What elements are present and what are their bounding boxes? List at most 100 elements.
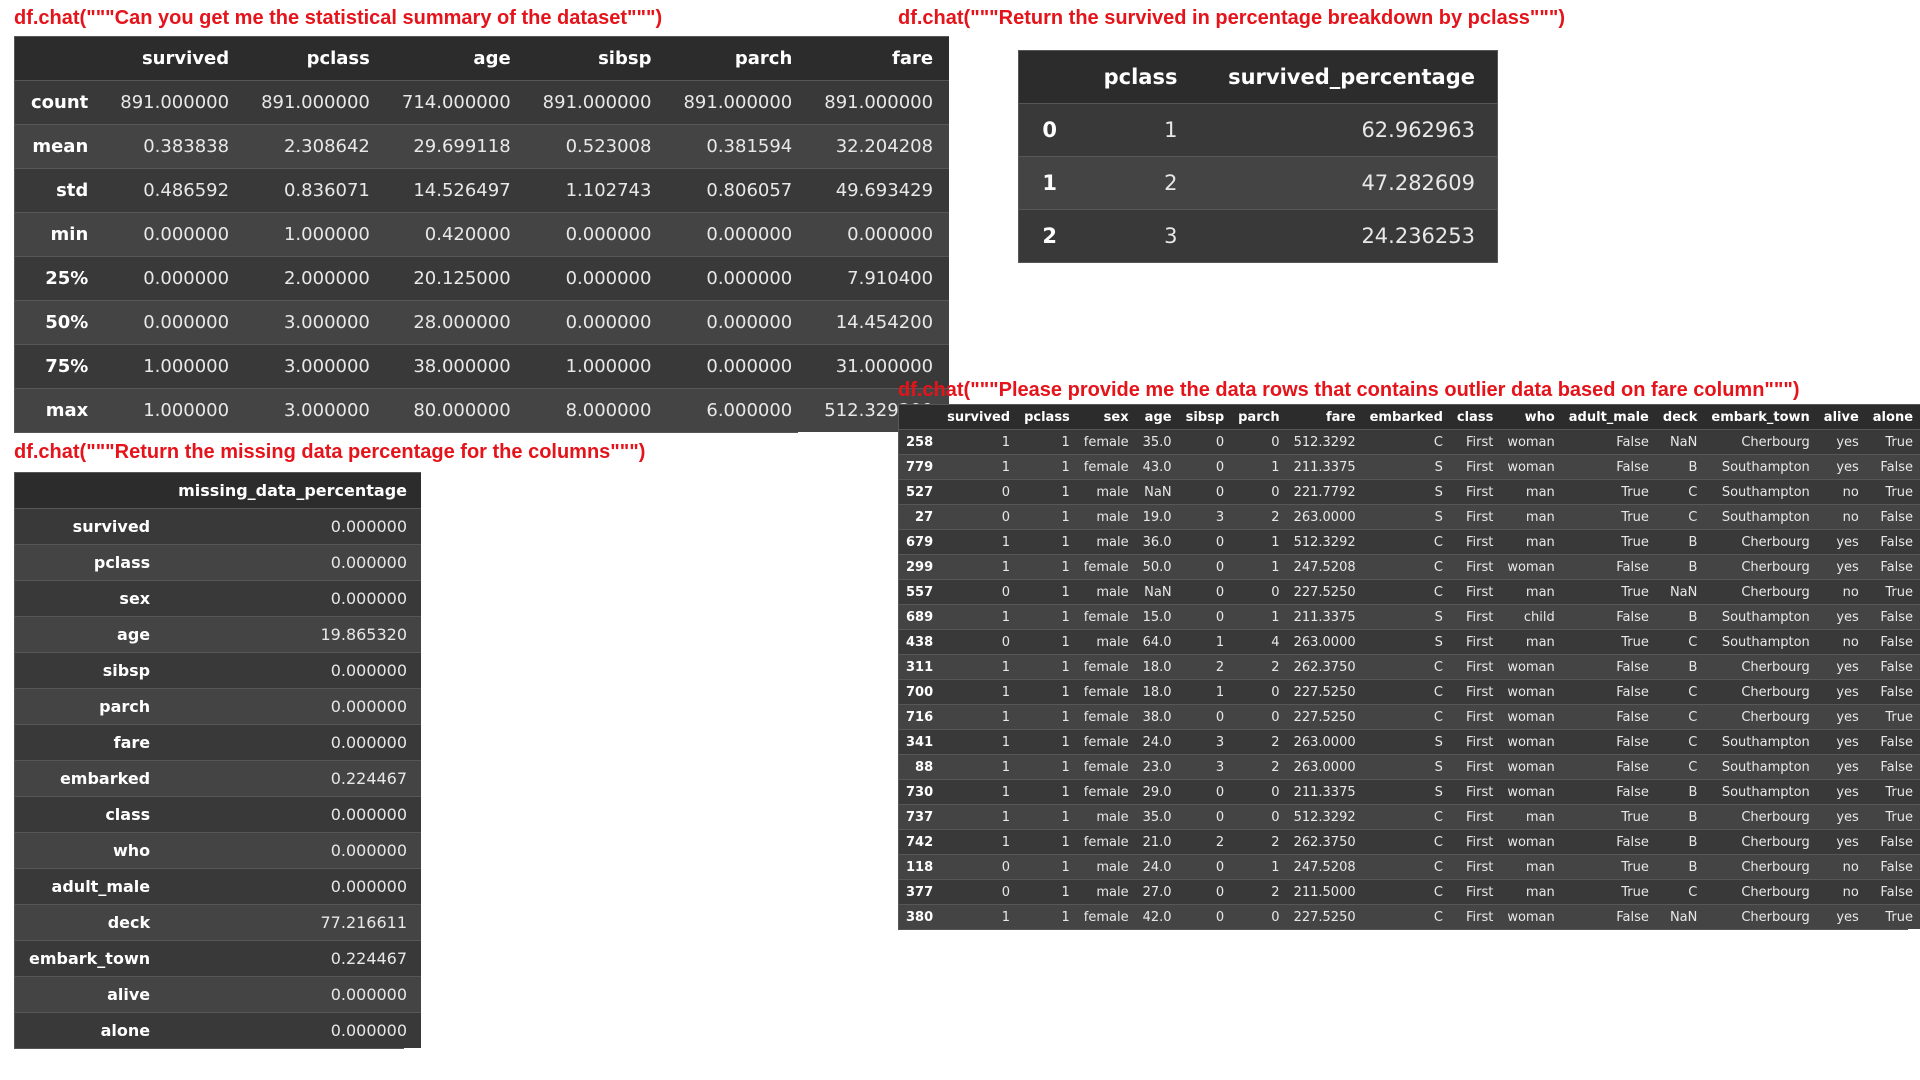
table-row: 73711male35.000512.3292CFirstmanTrueBChe… — [899, 805, 1920, 830]
column-header: sibsp — [1179, 405, 1232, 430]
cell: 1.000000 — [104, 345, 245, 389]
outliers-table: survivedpclasssexagesibspparchfareembark… — [898, 404, 1908, 930]
row-label: fare — [15, 725, 164, 761]
cell: 2 — [1231, 730, 1286, 755]
table-row: count891.000000891.000000714.000000891.0… — [15, 81, 949, 125]
cell: 512.3292 — [1287, 430, 1363, 455]
cell: 0 — [1179, 580, 1232, 605]
table-row: survived0.000000 — [15, 509, 421, 545]
cell: 0.000000 — [164, 653, 421, 689]
column-header: embark_town — [1704, 405, 1816, 430]
cell: First — [1450, 530, 1500, 555]
table-row: who0.000000 — [15, 833, 421, 869]
table-corner — [899, 405, 940, 430]
row-label: 75% — [15, 345, 104, 389]
cell: True — [1562, 630, 1656, 655]
cell: Cherbourg — [1704, 880, 1816, 905]
table-row: 25811female35.000512.3292CFirstwomanFals… — [899, 430, 1920, 455]
cell: First — [1450, 605, 1500, 630]
cell: 263.0000 — [1287, 505, 1363, 530]
cell: 1 — [1017, 880, 1077, 905]
cell: 1 — [1017, 580, 1077, 605]
cell: 1 — [1179, 680, 1232, 705]
cell: 1 — [1017, 780, 1077, 805]
cell: 0 — [940, 580, 1017, 605]
cell: 1 — [940, 780, 1017, 805]
cell: First — [1450, 830, 1500, 855]
table-row: 1247.282609 — [1019, 157, 1497, 210]
cell: Southampton — [1704, 780, 1816, 805]
cell: True — [1562, 530, 1656, 555]
cell: 1.000000 — [245, 213, 386, 257]
cell: 4 — [1231, 630, 1286, 655]
cell: 1 — [1231, 855, 1286, 880]
cell: 80.000000 — [386, 389, 527, 433]
cell: C — [1363, 880, 1450, 905]
cell: First — [1450, 430, 1500, 455]
cell: True — [1562, 805, 1656, 830]
cell: B — [1656, 655, 1704, 680]
cell: woman — [1500, 830, 1561, 855]
cell: Cherbourg — [1704, 680, 1816, 705]
cell: C — [1363, 805, 1450, 830]
cell: 8.000000 — [527, 389, 668, 433]
table-row: 52701maleNaN00221.7792SFirstmanTrueCSout… — [899, 480, 1920, 505]
cell: 23.0 — [1136, 755, 1179, 780]
cell: 2.308642 — [245, 125, 386, 169]
cell: B — [1656, 830, 1704, 855]
cell: female — [1077, 430, 1136, 455]
cell: 2 — [1231, 880, 1286, 905]
cell: 227.5250 — [1287, 680, 1363, 705]
cell: C — [1363, 530, 1450, 555]
cell: 0 — [940, 630, 1017, 655]
cell: 14.526497 — [386, 169, 527, 213]
cell: 0.000000 — [527, 257, 668, 301]
cell: False — [1866, 555, 1920, 580]
cell: 1 — [940, 655, 1017, 680]
column-header: fare — [1287, 405, 1363, 430]
table-row: embark_town0.224467 — [15, 941, 421, 977]
missing-corner — [15, 473, 164, 509]
row-label: 1 — [1019, 157, 1079, 210]
cell: False — [1866, 755, 1920, 780]
cell: male — [1077, 480, 1136, 505]
cell: 891.000000 — [104, 81, 245, 125]
cell: 43.0 — [1136, 455, 1179, 480]
cell: False — [1562, 755, 1656, 780]
cell: 1 — [1179, 630, 1232, 655]
cell: 38.0 — [1136, 705, 1179, 730]
column-header: alive — [1817, 405, 1866, 430]
cell: First — [1450, 455, 1500, 480]
cell: 1 — [1017, 530, 1077, 555]
cell: S — [1363, 730, 1450, 755]
cell: 0 — [940, 880, 1017, 905]
table-row: 2324.236253 — [1019, 210, 1497, 263]
cell: 262.3750 — [1287, 655, 1363, 680]
cell: B — [1656, 455, 1704, 480]
cell: yes — [1817, 605, 1866, 630]
cell: NaN — [1136, 580, 1179, 605]
cell: 36.0 — [1136, 530, 1179, 555]
table-row: adult_male0.000000 — [15, 869, 421, 905]
column-header: who — [1500, 405, 1561, 430]
cell: 0.224467 — [164, 761, 421, 797]
row-label: 27 — [899, 505, 940, 530]
cell: First — [1450, 655, 1500, 680]
row-label: embark_town — [15, 941, 164, 977]
cell: 42.0 — [1136, 905, 1179, 930]
cell: B — [1656, 780, 1704, 805]
cell: Southampton — [1704, 480, 1816, 505]
cell: 211.3375 — [1287, 605, 1363, 630]
cell: 0.486592 — [104, 169, 245, 213]
cell: woman — [1500, 905, 1561, 930]
cell: 38.000000 — [386, 345, 527, 389]
cell: 0 — [1179, 705, 1232, 730]
cell: Southampton — [1704, 605, 1816, 630]
row-label: 50% — [15, 301, 104, 345]
cell: False — [1562, 905, 1656, 930]
table-row: alone0.000000 — [15, 1013, 421, 1049]
cell: False — [1866, 605, 1920, 630]
cell: 0 — [940, 855, 1017, 880]
cell: 0.000000 — [667, 345, 808, 389]
cell: First — [1450, 630, 1500, 655]
